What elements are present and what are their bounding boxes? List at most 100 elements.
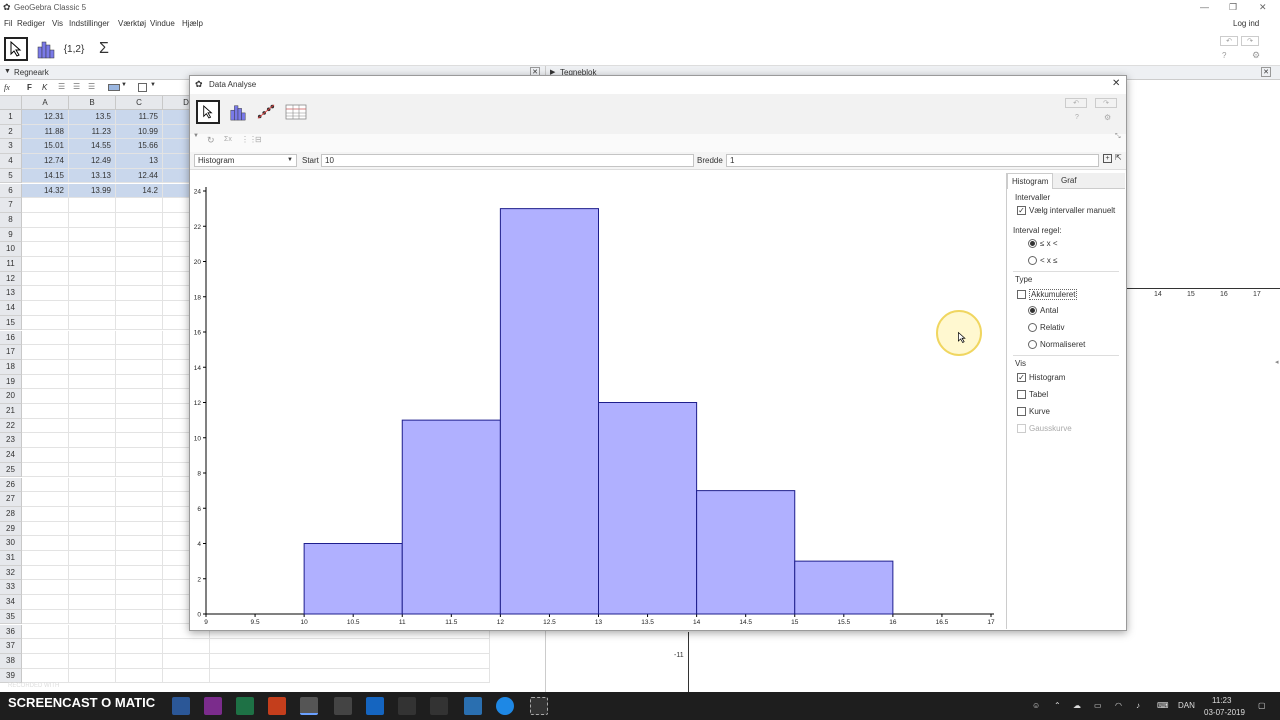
table-cell[interactable] [116,389,163,404]
table-cell[interactable] [69,477,116,493]
table-cell[interactable] [116,580,163,596]
language-indicator[interactable]: DAN [1178,701,1195,710]
table-cell[interactable] [22,212,69,228]
table-cell[interactable] [22,374,69,390]
bold-button[interactable]: F [27,83,32,92]
row-header[interactable]: 35 [0,609,22,625]
menu-tools[interactable]: Værktøj [118,19,146,28]
table-cell[interactable] [22,580,69,596]
table-cell[interactable] [69,227,116,243]
table-cell[interactable] [69,271,116,287]
row-header[interactable]: 39 [0,668,22,684]
table-cell[interactable]: 14.55 [69,139,116,155]
menu-edit[interactable]: Rediger [17,19,45,28]
table-cell[interactable] [116,668,163,684]
row-header[interactable]: 22 [0,418,22,434]
table-tool-button[interactable] [284,100,308,124]
align-left-icon[interactable]: ☰ [58,82,65,91]
row-header[interactable]: 17 [0,345,22,360]
row-header[interactable]: 18 [0,359,22,375]
minimize-icon[interactable]: — [1200,2,1209,12]
table-cell[interactable] [116,462,163,478]
table-cell[interactable]: 13.99 [69,183,116,199]
move-tool-button[interactable] [196,100,220,124]
menu-view[interactable]: Vis [52,19,63,28]
table-cell[interactable] [69,668,116,684]
table-cell[interactable] [116,345,163,360]
table-cell[interactable] [116,418,163,434]
column-header-c[interactable]: C [116,96,163,110]
table-cell[interactable] [116,653,163,669]
onenote-icon[interactable] [204,697,222,715]
table-cell[interactable] [69,433,116,449]
table-cell[interactable] [22,624,69,640]
dialog-title-bar[interactable]: ✿ Data Analyse ✕ [190,76,1126,94]
table-cell[interactable] [116,506,163,522]
table-cell[interactable] [116,477,163,493]
table-cell[interactable] [69,198,116,213]
expand-icon[interactable]: ⤡ [1115,133,1121,141]
checkbox-icon[interactable] [1017,390,1026,399]
row-header[interactable]: 34 [0,595,22,610]
table-cell[interactable] [69,609,116,625]
show-table-option[interactable]: Tabel [1017,390,1048,399]
table-cell[interactable] [22,227,69,243]
table-cell[interactable] [116,330,163,346]
table-cell[interactable] [22,198,69,213]
table-cell[interactable] [69,404,116,419]
table-cell[interactable] [116,624,163,640]
row-header[interactable]: 9 [0,227,22,243]
table-cell[interactable] [210,639,490,654]
row-header[interactable]: 23 [0,433,22,449]
table-cell[interactable] [69,595,116,610]
word-icon[interactable] [172,697,190,715]
table-cell[interactable] [116,595,163,610]
menu-window[interactable]: Vindue [150,19,175,28]
table-cell[interactable] [22,286,69,302]
table-cell[interactable] [116,286,163,302]
table-cell[interactable] [116,315,163,331]
rule-option-2[interactable]: < x ≤ [1028,256,1058,265]
row-header[interactable]: 26 [0,477,22,493]
table-cell[interactable] [69,418,116,434]
manual-intervals-option[interactable]: ✓ Vælg intervaller manuelt [1017,206,1115,215]
row-header[interactable]: 2 [0,124,22,140]
align-right-icon[interactable]: ☰ [88,82,95,91]
table-cell[interactable] [69,492,116,507]
row-header[interactable]: 11 [0,257,22,272]
excel-icon[interactable] [236,697,254,715]
table-cell[interactable] [69,330,116,346]
table-cell[interactable] [69,639,116,654]
table-cell[interactable] [69,565,116,581]
table-cell[interactable] [22,315,69,331]
table-cell[interactable]: 14.15 [22,168,69,184]
table-cell[interactable] [116,404,163,419]
app-icon[interactable] [530,697,548,715]
row-header[interactable]: 6 [0,183,22,199]
menu-help[interactable]: Hjælp [182,19,203,28]
table-cell[interactable]: 12.44 [116,168,163,184]
histogram-chart[interactable]: 0 2 4 6 8 10 12 14 16 18 20 22 24 9 9.5 10 10.5 11 11.5 12 1… [191,171,1006,630]
histogram-tool-button[interactable] [226,100,250,124]
corner-cell[interactable] [0,96,22,110]
table-cell[interactable] [116,301,163,316]
row-header[interactable]: 14 [0,301,22,316]
undo-icon[interactable]: ↶ [1220,36,1238,46]
table-cell[interactable] [22,404,69,419]
table-cell[interactable] [116,536,163,551]
row-header[interactable]: 25 [0,462,22,478]
table-cell[interactable] [116,374,163,390]
table-cell[interactable]: 12.31 [22,110,69,125]
table-cell[interactable] [210,653,490,669]
chevron-down-icon[interactable]: ▼ [150,82,156,88]
table-cell[interactable] [116,271,163,287]
tab-histogram[interactable]: Histogram [1007,173,1054,189]
row-header[interactable]: 8 [0,212,22,228]
row-header[interactable]: 24 [0,448,22,463]
fx-icon[interactable]: fx [4,83,10,92]
table-cell[interactable] [22,639,69,654]
show-histogram-option[interactable]: ✓ Histogram [1017,373,1065,382]
close-icon[interactable]: ✕ [1259,2,1267,13]
cloud-icon[interactable]: ☁ [1073,701,1081,710]
checkbox-icon[interactable] [1017,407,1026,416]
